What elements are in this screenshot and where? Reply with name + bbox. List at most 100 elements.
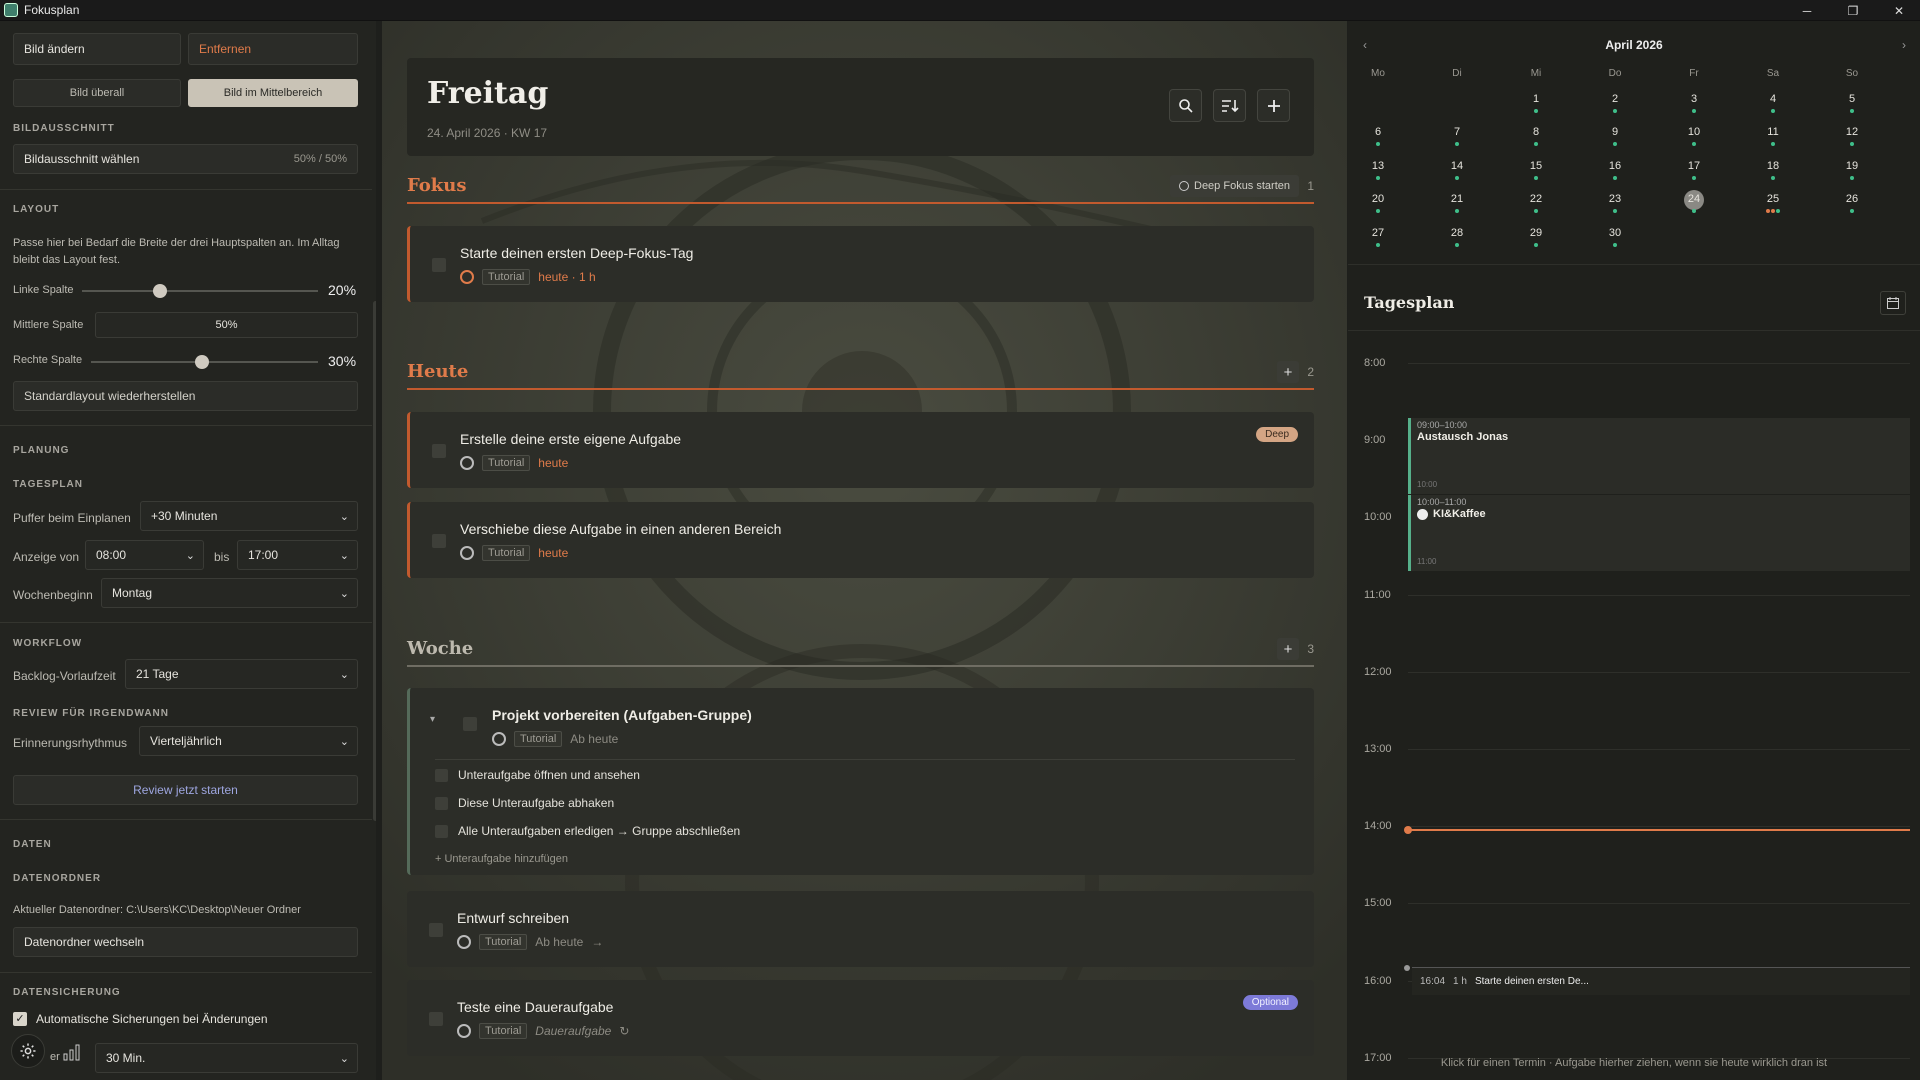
task-group-card[interactable]: ▾ Projekt vorbereiten (Aufgaben-Gruppe) … <box>407 688 1314 875</box>
task-checkbox[interactable] <box>429 1012 443 1026</box>
task-checkbox[interactable] <box>429 923 443 937</box>
right-column-slider-knob[interactable] <box>195 355 210 369</box>
backup-interval-select[interactable]: 30 Min. ⌄ <box>95 1043 358 1073</box>
collapse-toggle[interactable]: ▾ <box>430 714 435 725</box>
calendar-day[interactable]: 6 <box>1358 126 1398 138</box>
task-card[interactable]: Erstelle deine erste eigene Aufgabe Tuto… <box>407 412 1314 488</box>
add-task-button[interactable] <box>1257 89 1290 122</box>
calendar-day[interactable]: 11 <box>1753 126 1793 138</box>
calendar-day[interactable]: 28 <box>1437 227 1477 239</box>
add-today-button[interactable]: + <box>1277 361 1299 383</box>
image-middle-button[interactable]: Bild im Mittelbereich <box>188 79 358 107</box>
calendar-day[interactable]: 16 <box>1595 160 1635 172</box>
calendar-day[interactable]: 5 <box>1832 93 1872 105</box>
right-column-value: 30% <box>328 353 357 369</box>
subtask-checkbox[interactable] <box>435 796 448 810</box>
subtask-row[interactable]: Unteraufgabe öffnen und ansehen <box>435 768 640 782</box>
calendar-day[interactable]: 17 <box>1674 160 1714 172</box>
calendar-day[interactable]: 25 <box>1753 193 1793 205</box>
task-card[interactable]: Entwurf schreiben Tutorial Ab heute → <box>407 891 1314 967</box>
calendar-day[interactable]: 22 <box>1516 193 1556 205</box>
calendar-day[interactable]: 19 <box>1832 160 1872 172</box>
buffer-select[interactable]: +30 Minuten ⌄ <box>140 501 358 531</box>
calendar-day[interactable]: 30 <box>1595 227 1635 239</box>
calendar-day[interactable]: 20 <box>1358 193 1398 205</box>
task-checkbox[interactable] <box>432 444 446 458</box>
change-image-button[interactable]: Bild ändern <box>13 33 181 65</box>
calendar-day[interactable]: 18 <box>1753 160 1793 172</box>
calendar-day[interactable]: 7 <box>1437 126 1477 138</box>
hour-label: 16:00 <box>1364 974 1392 987</box>
add-subtask-link[interactable]: + Unteraufgabe hinzufügen <box>435 853 568 865</box>
maximize-button[interactable]: ❐ <box>1830 0 1876 21</box>
close-button[interactable]: ✕ <box>1876 0 1920 21</box>
calendar-day[interactable]: 23 <box>1595 193 1635 205</box>
next-month-button[interactable]: › <box>1902 38 1906 52</box>
search-button[interactable] <box>1169 89 1202 122</box>
middle-column-input[interactable]: 50% <box>95 312 358 338</box>
calendar-day[interactable]: 21 <box>1437 193 1477 205</box>
calendar-day[interactable]: 10 <box>1674 126 1714 138</box>
subtask-row[interactable]: Diese Unteraufgabe abhaken <box>435 796 614 810</box>
calendar-day-dot <box>1692 142 1696 146</box>
settings-gear-button[interactable] <box>11 1034 45 1068</box>
calendar-day[interactable]: 2 <box>1595 93 1635 105</box>
display-from-select[interactable]: 08:00 ⌄ <box>85 540 204 570</box>
auto-backup-checkbox[interactable]: ✓ <box>13 1012 27 1026</box>
calendar-day[interactable]: 13 <box>1358 160 1398 172</box>
sidebar-scrollbar[interactable] <box>373 301 376 821</box>
review-now-button[interactable]: Review jetzt starten <box>13 775 358 805</box>
calendar-event[interactable]: 10:00–11:00 KI&Kaffee 11:00 <box>1408 495 1910 571</box>
scheduled-task[interactable]: 16:04 1 h Starte deinen ersten De... <box>1412 967 1910 995</box>
remove-image-button[interactable]: Entfernen <box>188 33 358 65</box>
calendar-day-dot <box>1376 176 1380 180</box>
calendar-day[interactable]: 15 <box>1516 160 1556 172</box>
task-card[interactable]: Starte deinen ersten Deep-Fokus-Tag Tuto… <box>407 226 1314 302</box>
change-folder-button[interactable]: Datenordner wechseln <box>13 927 358 957</box>
calendar-day[interactable]: 29 <box>1516 227 1556 239</box>
add-week-button[interactable]: + <box>1277 638 1299 660</box>
task-card[interactable]: Teste eine Daueraufgabe Tutorial Dauerau… <box>407 980 1314 1056</box>
sort-button[interactable] <box>1213 89 1246 122</box>
calendar-day[interactable]: 14 <box>1437 160 1477 172</box>
chevron-down-icon: ⌄ <box>339 588 349 600</box>
backlog-select[interactable]: 21 Tage ⌄ <box>125 659 358 689</box>
task-checkbox[interactable] <box>432 258 446 272</box>
right-column-slider[interactable] <box>91 355 318 369</box>
calendar-day-dot <box>1455 176 1459 180</box>
calendar-day[interactable]: 4 <box>1753 93 1793 105</box>
image-everywhere-button[interactable]: Bild überall <box>13 79 181 107</box>
left-column-slider[interactable] <box>82 284 318 298</box>
calendar-event[interactable]: 09:00–10:00 Austausch Jonas 10:00 <box>1408 418 1910 494</box>
task-card[interactable]: Verschiebe diese Aufgabe in einen andere… <box>407 502 1314 578</box>
display-to-select[interactable]: 17:00 ⌄ <box>237 540 358 570</box>
calendar-day[interactable]: 1 <box>1516 93 1556 105</box>
week-start-select[interactable]: Montag ⌄ <box>101 578 358 608</box>
calendar-day[interactable]: 12 <box>1832 126 1872 138</box>
task-meta: Tutorial Ab heute → <box>457 934 603 950</box>
task-checkbox[interactable] <box>432 534 446 548</box>
scheduled-name: Starte deinen ersten De... <box>1474 976 1589 987</box>
minimize-button[interactable]: ─ <box>1784 0 1830 21</box>
event-end: 10:00 <box>1417 480 1438 489</box>
reminder-select[interactable]: Vierteljährlich ⌄ <box>139 726 358 756</box>
calendar-day[interactable]: 24 <box>1674 193 1714 205</box>
calendar-day[interactable]: 27 <box>1358 227 1398 239</box>
subtask-checkbox[interactable] <box>435 824 448 838</box>
left-column-slider-knob[interactable] <box>153 284 168 298</box>
deep-focus-button[interactable]: Deep Fokus starten <box>1170 175 1299 197</box>
task-checkbox[interactable] <box>463 717 477 731</box>
calendar-day[interactable]: 8 <box>1516 126 1556 138</box>
subtask-row[interactable]: Alle Unteraufgaben erledigen → Gruppe ab… <box>435 824 740 838</box>
chevron-down-icon: ⌄ <box>339 736 349 748</box>
calendar-day[interactable]: 3 <box>1674 93 1714 105</box>
calendar-button[interactable] <box>1880 291 1906 315</box>
hour-line <box>1408 903 1910 905</box>
subtask-checkbox[interactable] <box>435 768 448 782</box>
task-meta: Tutorial Ab heute <box>492 731 618 747</box>
crop-button[interactable]: Bildausschnitt wählen 50% / 50% <box>13 144 358 174</box>
reset-layout-button[interactable]: Standardlayout wiederherstellen <box>13 381 358 411</box>
calendar-day[interactable]: 9 <box>1595 126 1635 138</box>
calendar-day[interactable]: 26 <box>1832 193 1872 205</box>
calendar-day-dot <box>1613 176 1617 180</box>
